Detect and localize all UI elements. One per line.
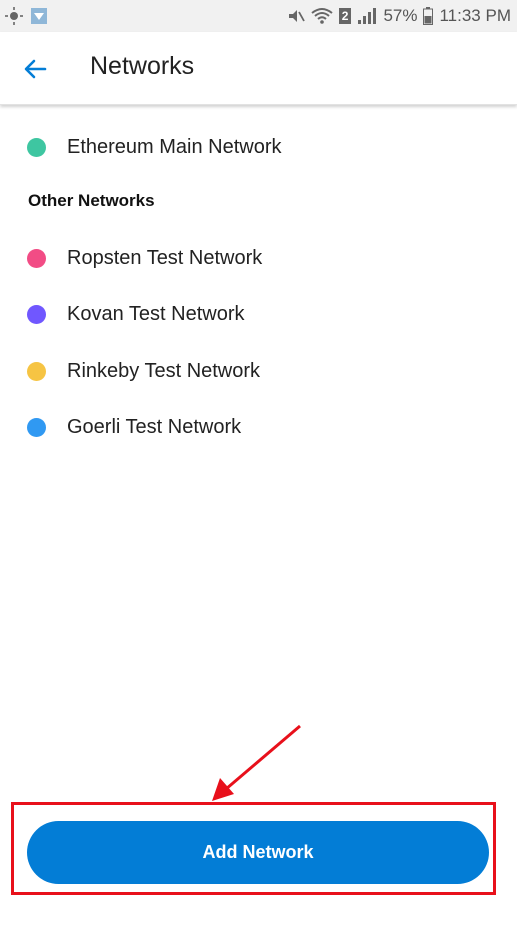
signal-icon bbox=[357, 7, 377, 25]
network-item-ropsten[interactable]: Ropsten Test Network bbox=[0, 233, 517, 283]
network-label: Goerli Test Network bbox=[67, 415, 242, 438]
wifi-icon bbox=[311, 7, 333, 25]
battery-percent: 57% bbox=[383, 6, 418, 25]
network-color-dot bbox=[27, 361, 46, 381]
network-label: Ropsten Test Network bbox=[67, 246, 263, 269]
arrow-left-icon bbox=[24, 59, 47, 79]
status-bar-right: 2 57% 11:33 PM bbox=[287, 6, 517, 26]
status-bar: 2 57% 11:33 PM bbox=[0, 0, 517, 32]
back-button[interactable] bbox=[18, 54, 52, 84]
network-item-rinkeby[interactable]: Rinkeby Test Network bbox=[0, 346, 517, 396]
network-color-dot bbox=[27, 304, 46, 324]
sim-badge: 2 bbox=[338, 8, 352, 24]
network-label: Rinkeby Test Network bbox=[67, 359, 261, 382]
network-item-kovan[interactable]: Kovan Test Network bbox=[0, 289, 517, 339]
battery-icon bbox=[423, 7, 434, 25]
status-bar-left bbox=[0, 6, 48, 26]
network-color-dot bbox=[27, 417, 46, 437]
network-item-goerli[interactable]: Goerli Test Network bbox=[0, 402, 517, 452]
network-item-ethereum-main[interactable]: Ethereum Main Network bbox=[0, 122, 517, 172]
clock: 11:33 PM bbox=[439, 6, 511, 25]
page-title: Networks bbox=[90, 52, 195, 80]
network-color-dot bbox=[27, 137, 46, 157]
app-header: Networks bbox=[0, 32, 517, 105]
mute-icon bbox=[287, 7, 305, 25]
add-network-button[interactable]: Add Network bbox=[27, 821, 489, 884]
network-label: Ethereum Main Network bbox=[67, 135, 282, 158]
section-heading-other-networks: Other Networks bbox=[28, 191, 155, 210]
download-notification-icon bbox=[30, 7, 48, 25]
network-label: Kovan Test Network bbox=[67, 302, 245, 325]
weather-icon bbox=[4, 6, 24, 26]
network-color-dot bbox=[27, 248, 46, 268]
